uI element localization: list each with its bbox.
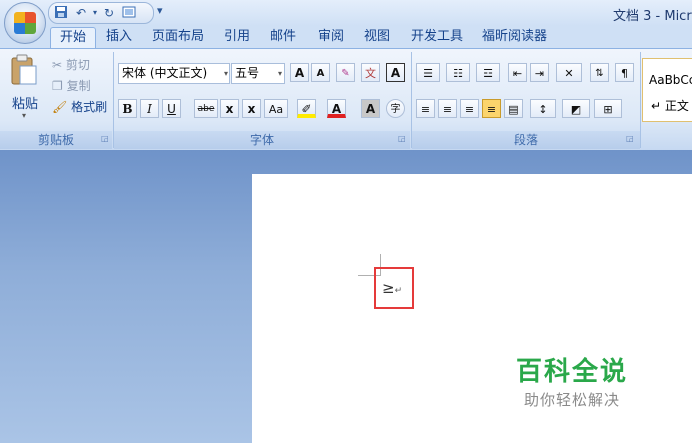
distributed-icon[interactable]: ▤ [504,99,523,118]
cut-button[interactable]: ✂ 剪切 [52,56,90,73]
align-left-icon[interactable]: ≡ [416,99,435,118]
save-icon[interactable] [53,5,69,21]
multilevel-list-icon[interactable]: ☲ [476,63,500,82]
redo-icon[interactable]: ↻ [101,5,117,21]
phonetic-guide-button[interactable]: 文 [361,63,380,82]
tab-insert[interactable]: 插入 [106,27,132,47]
tab-developer[interactable]: 开发工具 [411,27,463,47]
underline-button[interactable]: U [162,99,181,118]
group-divider [640,52,641,148]
font-name-value: 宋体 (中文正文) [122,66,208,80]
tab-home[interactable]: 开始 [50,27,96,48]
font-group-label: 字体 [114,131,410,149]
justify-icon[interactable]: ≡ [482,99,501,118]
format-painter-icon: 🖌 [52,100,72,114]
print-preview-icon[interactable] [121,5,137,21]
enclose-char-button[interactable]: 字 [386,99,405,118]
sort-icon[interactable]: ⇅ [590,63,609,82]
window-title: 文档 3 - Micr [613,9,692,24]
subscript-button[interactable]: x [220,99,239,118]
watermark-title: 百科全说 [516,357,629,387]
paste-button[interactable]: 粘贴 [12,93,38,112]
tab-page-layout[interactable]: 页面布局 [152,27,204,47]
grow-font-button[interactable]: A [290,63,309,82]
paragraph-launcher-icon[interactable]: ◲ [626,134,634,143]
office-button[interactable] [4,2,46,44]
line-spacing-icon[interactable]: ↕ [530,99,556,118]
tab-foxit-reader[interactable]: 福昕阅读器 [482,27,547,47]
char-border-button[interactable]: A [386,63,405,82]
italic-button[interactable]: I [140,99,159,118]
bold-button[interactable]: B [118,99,137,118]
highlight-color-icon[interactable]: ✐ [297,99,316,118]
font-size-select[interactable]: 五号 [231,63,285,84]
font-color-button[interactable]: A [327,99,346,118]
font-size-dropdown-icon[interactable]: ▾ [278,69,282,78]
style-preview: AaBbCc [649,73,692,87]
highlight-box [374,267,414,309]
clipboard-group-label: 剪贴板 [0,131,112,149]
clear-format-icon[interactable]: ✎ [336,63,355,82]
style-name: ↵ 正文 [651,99,689,113]
show-marks-icon[interactable]: ¶ [615,63,634,82]
paste-icon[interactable] [8,54,44,86]
strikethrough-button[interactable]: abe [194,99,218,118]
format-painter-label: 格式刷 [71,100,108,114]
office-logo-icon [14,12,36,34]
paragraph-group-label: 段落 [412,131,640,149]
cut-icon: ✂ [52,58,66,72]
align-center-icon[interactable]: ≡ [438,99,457,118]
char-shading-button[interactable]: A [361,99,380,118]
copy-button[interactable]: ❐ 复制 [52,77,91,94]
paste-dropdown-icon[interactable]: ▾ [22,111,26,120]
cut-label: 剪切 [65,58,90,72]
style-normal[interactable]: AaBbCc ↵ 正文 [642,58,692,122]
document-page[interactable] [252,174,692,443]
change-case-button[interactable]: Aa [264,99,288,118]
decrease-indent-icon[interactable]: ⇤ [508,63,527,82]
numbering-icon[interactable]: ☷ [446,63,470,82]
superscript-button[interactable]: x [242,99,261,118]
tab-mailings[interactable]: 邮件 [270,27,296,47]
increase-indent-icon[interactable]: ⇥ [530,63,549,82]
tab-review[interactable]: 审阅 [318,27,344,47]
copy-icon: ❐ [52,79,67,93]
font-name-select[interactable]: 宋体 (中文正文) [118,63,230,84]
font-size-value: 五号 [235,66,260,80]
watermark-subtitle: 助你轻松解决 [524,391,621,409]
quick-access-toolbar: ↶ ▾ ↻ [48,2,154,24]
font-launcher-icon[interactable]: ◲ [398,134,406,143]
format-painter-button[interactable]: 🖌 格式刷 [52,98,107,115]
clipboard-launcher-icon[interactable]: ◲ [101,134,109,143]
tab-view[interactable]: 视图 [364,27,390,47]
borders-icon[interactable]: ⊞ [594,99,622,118]
tab-row [0,26,692,48]
shrink-font-button[interactable]: A [311,63,330,82]
chinese-layout-icon[interactable]: ✕ [556,63,582,82]
align-right-icon[interactable]: ≡ [460,99,479,118]
copy-label: 复制 [66,79,91,93]
font-name-dropdown-icon[interactable]: ▾ [224,69,228,78]
customize-qat-icon[interactable]: ▾ [157,4,163,17]
tab-references[interactable]: 引用 [224,27,250,47]
bullets-icon[interactable]: ☰ [416,63,440,82]
shading-icon[interactable]: ◩ [562,99,590,118]
